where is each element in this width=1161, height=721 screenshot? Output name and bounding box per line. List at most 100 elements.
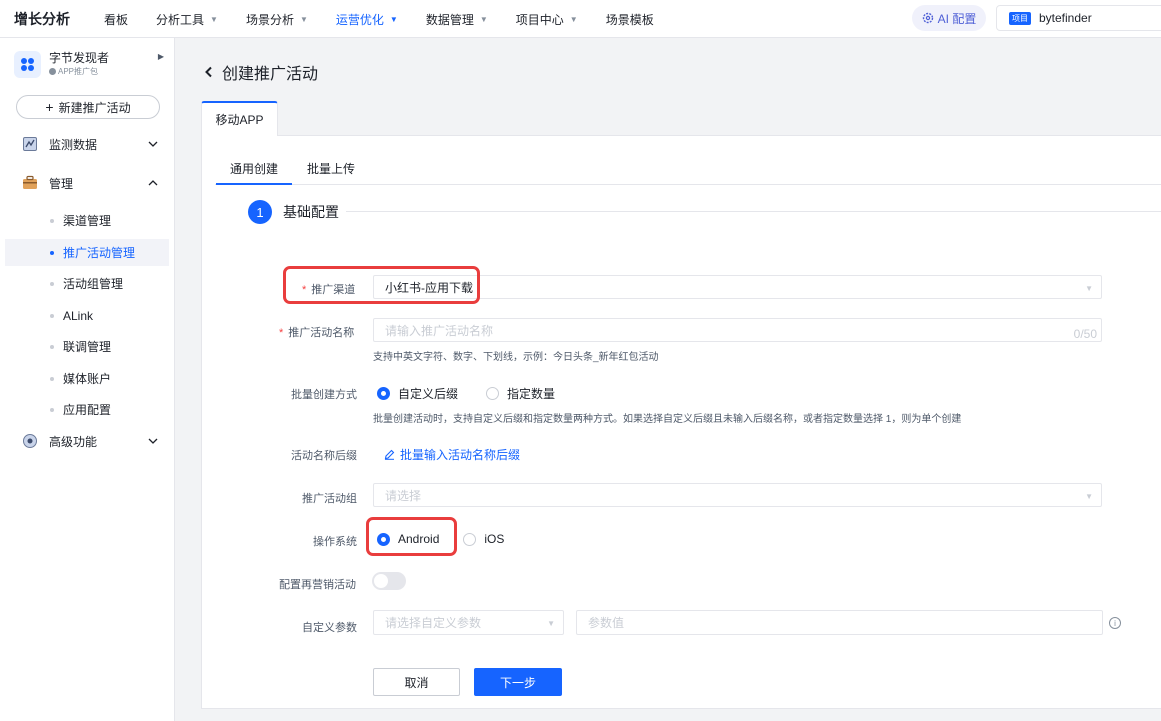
- top-navigation-bar: 增长分析 看板 分析工具 ▼ 场景分析 ▼ 运营优化 ▼ 数据管理 ▼ 项目中心 ▼ 场景…: [0, 0, 1161, 38]
- nav-dashboard[interactable]: 看板: [104, 11, 128, 28]
- char-counter: 0/50: [1073, 327, 1097, 341]
- sidebar-item-campaign-management[interactable]: 推广活动管理: [5, 239, 169, 266]
- caret-down-icon: ▼: [1085, 492, 1093, 501]
- radio-android[interactable]: [377, 532, 390, 546]
- batch-mode-label: 批量创建方式: [291, 389, 357, 401]
- app-type-icon: [49, 68, 56, 75]
- radio-custom-suffix-label[interactable]: 自定义后缀: [398, 385, 458, 402]
- tab-batch-upload[interactable]: 批量上传: [307, 160, 355, 177]
- app-switcher[interactable]: 字节发现者 APP推广包 ▶: [14, 48, 164, 80]
- nav-project-center[interactable]: 项目中心 ▼: [516, 11, 578, 28]
- menu-group-label: 监测数据: [49, 137, 98, 152]
- back-chevron-icon[interactable]: [204, 66, 214, 78]
- campaign-name-label: * 推广活动名称: [279, 324, 354, 340]
- tab-general-create[interactable]: 通用创建: [215, 160, 293, 185]
- channel-select[interactable]: 小红书-应用下载 ▼: [373, 275, 1102, 299]
- sidebar-item-channel-management[interactable]: 渠道管理: [5, 207, 169, 234]
- sidebar-item-app-config[interactable]: 应用配置: [5, 396, 169, 423]
- cancel-button[interactable]: 取消: [373, 668, 460, 696]
- sidebar-item-campaign-group-management[interactable]: 活动组管理: [5, 270, 169, 297]
- creation-mode-tabs: 通用创建 批量上传: [215, 150, 1161, 185]
- radio-fixed-count[interactable]: [486, 387, 500, 400]
- suffix-label: 活动名称后缀: [291, 450, 357, 462]
- project-selector[interactable]: 项目 bytefinder: [996, 5, 1161, 31]
- chevron-down-icon: [148, 141, 158, 147]
- sidebar-item-label: ALink: [63, 308, 94, 323]
- page-title: 创建推广活动: [204, 60, 318, 84]
- advanced-features-icon: [23, 434, 37, 448]
- caret-down-icon: ▼: [299, 14, 308, 24]
- os-label: 操作系统: [313, 536, 357, 548]
- caret-right-icon: ▶: [157, 52, 164, 61]
- project-name: bytefinder: [1039, 11, 1092, 25]
- caret-down-icon: ▼: [210, 14, 218, 24]
- nav-analysis-tools[interactable]: 分析工具 ▼: [156, 11, 218, 28]
- menu-group-manage[interactable]: 管理: [0, 170, 175, 196]
- nav-label: 分析工具: [156, 12, 205, 27]
- nav-label: 场景分析: [245, 12, 294, 27]
- nav-label: 场景模板: [605, 12, 654, 27]
- custom-param-select[interactable]: 请选择自定义参数 ▼: [373, 610, 564, 635]
- campaign-name-placeholder: 请输入推广活动名称: [385, 323, 494, 338]
- app-logo-icon: [14, 50, 41, 78]
- radio-ios[interactable]: [463, 532, 477, 546]
- custom-param-label: 自定义参数: [302, 622, 357, 634]
- sidebar-item-label: 应用配置: [63, 403, 112, 417]
- app-type-label: APP推广包: [58, 67, 99, 76]
- info-icon[interactable]: i: [1109, 617, 1121, 629]
- nav-label: 看板: [104, 12, 129, 27]
- gear-icon: [922, 12, 933, 24]
- batch-mode-radio-group: 自定义后缀 指定数量: [377, 385, 555, 402]
- caret-down-icon: ▼: [389, 14, 398, 24]
- section-title: 基础配置: [283, 204, 339, 220]
- remarketing-toggle[interactable]: [372, 572, 406, 590]
- monitor-chart-icon: [23, 137, 37, 151]
- menu-group-advanced[interactable]: 高级功能: [0, 428, 175, 454]
- nav-operation-optimization[interactable]: 运营优化 ▼: [336, 11, 398, 28]
- batch-mode-hint: 批量创建活动时，支持自定义后缀和指定数量两种方式。如果选择自定义后缀且未输入后缀…: [373, 414, 962, 425]
- remarketing-label: 配置再营销活动: [279, 579, 356, 591]
- caret-down-icon: ▼: [479, 14, 488, 24]
- briefcase-icon: [23, 175, 37, 189]
- campaign-group-label: 推广活动组: [302, 493, 357, 505]
- brand-title: 增长分析: [14, 11, 70, 27]
- radio-fixed-count-label[interactable]: 指定数量: [507, 385, 555, 402]
- caret-down-icon: ▼: [547, 619, 555, 628]
- custom-param-value-input[interactable]: 参数值: [576, 610, 1103, 635]
- caret-down-icon: ▼: [1085, 284, 1093, 293]
- channel-label: * 推广渠道: [302, 281, 355, 297]
- radio-custom-suffix[interactable]: [377, 387, 390, 400]
- menu-group-label: 管理: [49, 176, 74, 191]
- nav-label: 项目中心: [515, 12, 564, 27]
- campaign-group-select[interactable]: 请选择 ▼: [373, 483, 1102, 507]
- nav-scene-templates[interactable]: 场景模板: [606, 11, 654, 28]
- sidebar-item-label: 渠道管理: [63, 214, 112, 228]
- ai-config-button[interactable]: AI 配置: [912, 5, 986, 31]
- section-basic-config: 1 基础配置: [248, 200, 339, 224]
- new-campaign-button[interactable]: + 新建推广活动: [16, 95, 160, 119]
- chevron-down-icon: [148, 438, 158, 444]
- tab-mobile-app[interactable]: 移动APP: [201, 101, 278, 136]
- nav-scene-analysis[interactable]: 场景分析 ▼: [246, 11, 308, 28]
- app-name: 字节发现者: [49, 51, 110, 65]
- sidebar-item-media-accounts[interactable]: 媒体账户: [5, 365, 169, 392]
- next-step-button[interactable]: 下一步: [474, 668, 562, 696]
- edit-pencil-icon: [384, 449, 395, 460]
- campaign-name-hint: 支持中英文字符、数字、下划线，示例：今日头条_新年红包活动: [373, 352, 659, 363]
- nav-label: 数据管理: [425, 12, 474, 27]
- radio-ios-label[interactable]: iOS: [484, 532, 504, 546]
- page-title-text: 创建推广活动: [222, 66, 319, 83]
- nav-data-management[interactable]: 数据管理 ▼: [426, 11, 488, 28]
- batch-suffix-link-text: 批量输入活动名称后缀: [400, 448, 521, 462]
- required-mark: *: [279, 327, 284, 339]
- radio-android-label[interactable]: Android: [398, 532, 439, 546]
- sidebar: 字节发现者 APP推广包 ▶ + 新建推广活动 监测数据 管理 渠道管理 推广活…: [0, 38, 175, 721]
- plus-icon: +: [45, 99, 54, 115]
- sidebar-item-alink[interactable]: ALink: [5, 302, 169, 329]
- campaign-name-label-text: 推广活动名称: [288, 327, 355, 339]
- os-radio-group: Android iOS: [377, 532, 504, 546]
- menu-group-monitor[interactable]: 监测数据: [0, 131, 175, 157]
- sidebar-item-debug-management[interactable]: 联调管理: [5, 333, 169, 360]
- batch-suffix-link[interactable]: 批量输入活动名称后缀: [384, 446, 520, 463]
- campaign-name-input[interactable]: 请输入推广活动名称 0/50: [373, 318, 1102, 342]
